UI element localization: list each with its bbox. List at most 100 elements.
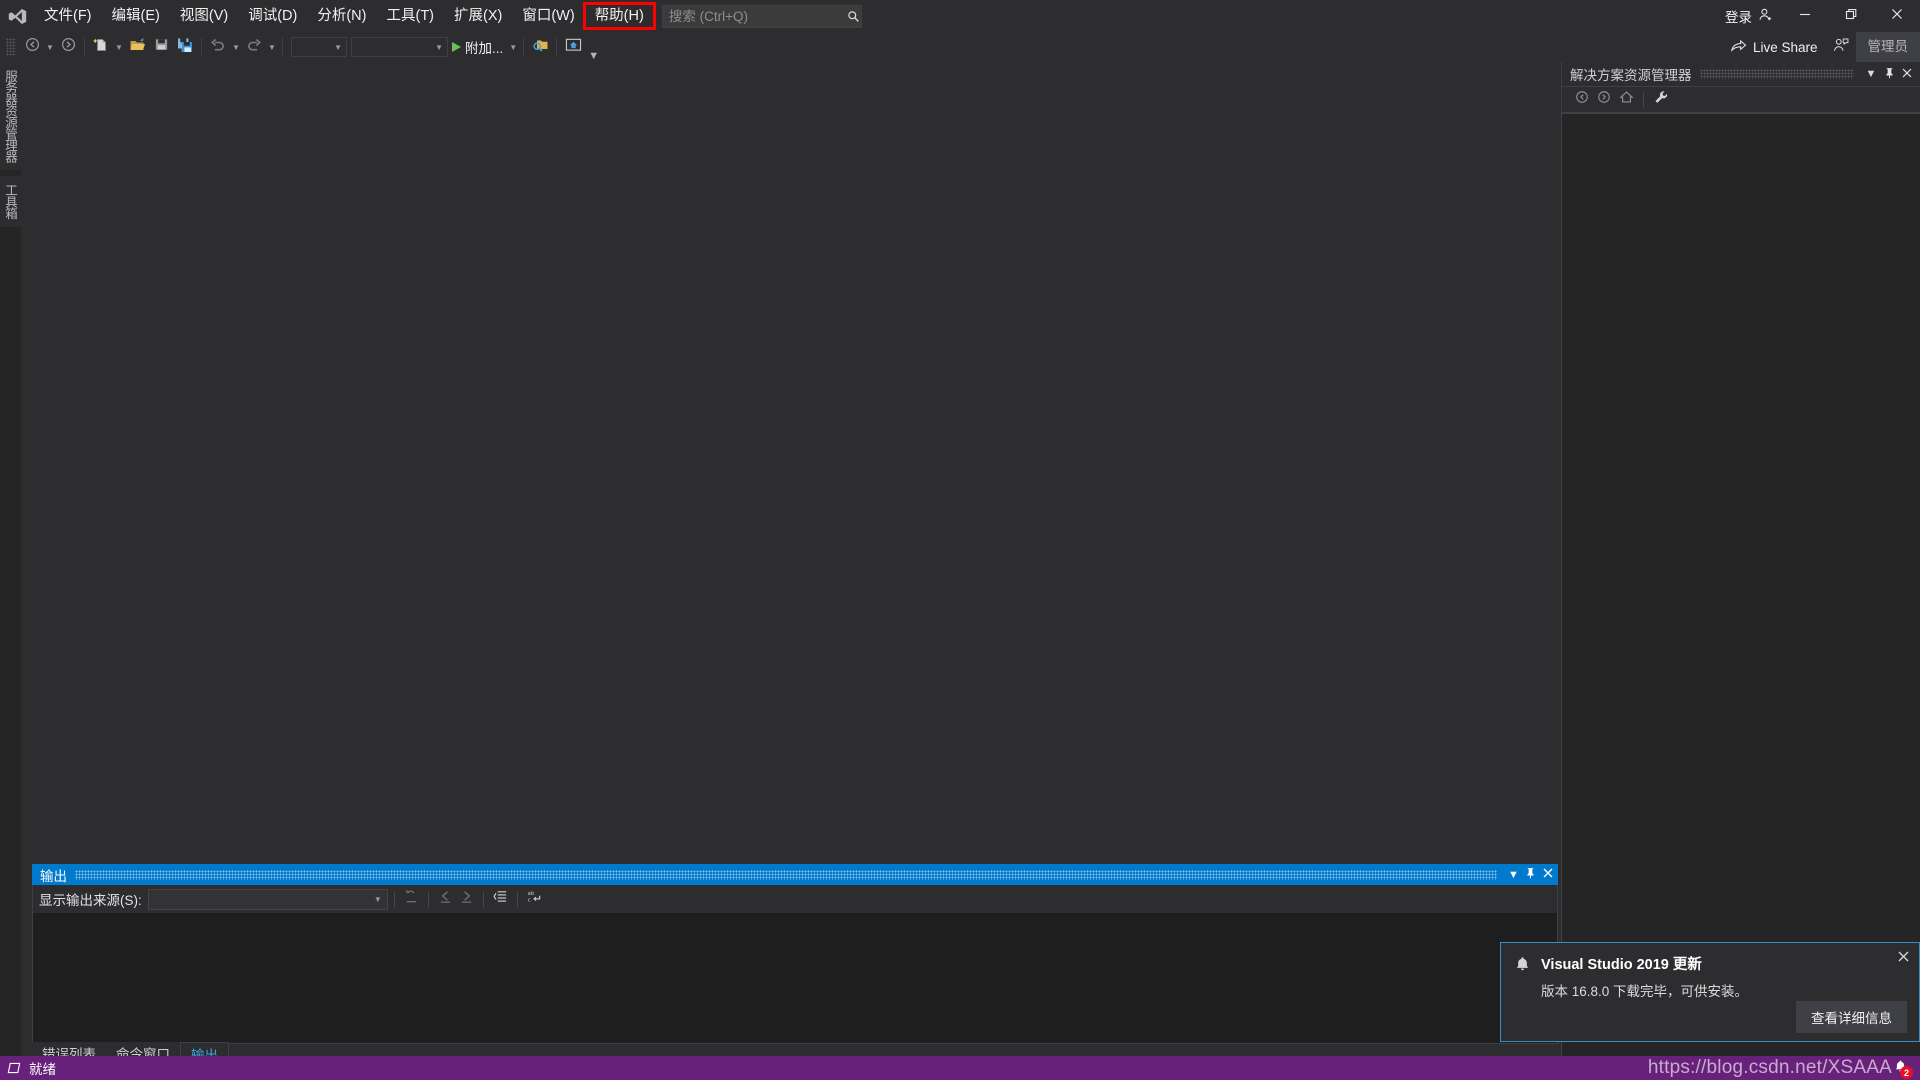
se-properties-button[interactable] bbox=[1651, 90, 1671, 110]
status-text: 就绪 bbox=[29, 1062, 56, 1077]
home-screenshot-icon bbox=[565, 37, 582, 57]
title-bar: 文件(F) 编辑(E) 视图(V) 调试(D) 分析(N) 工具(T) 扩展(X… bbox=[0, 0, 1920, 32]
menu-edit[interactable]: 编辑(E) bbox=[102, 0, 170, 32]
redo-icon bbox=[246, 37, 262, 58]
find-in-files-button[interactable] bbox=[528, 35, 552, 59]
save-icon bbox=[154, 37, 169, 57]
status-bar: 就绪 https://blog.csdn.net/XSAAA 2 bbox=[0, 1056, 1920, 1080]
notification-count-badge: 2 bbox=[1900, 1066, 1913, 1079]
admin-indicator: 管理员 bbox=[1855, 32, 1920, 62]
notifications-button[interactable]: 2 bbox=[1886, 1056, 1914, 1080]
menu-tools[interactable]: 工具(T) bbox=[376, 0, 444, 32]
update-notification-toast: Visual Studio 2019 更新 版本 16.8.0 下载完毕，可供安… bbox=[1500, 942, 1920, 1042]
menu-analyze[interactable]: 分析(N) bbox=[307, 0, 376, 32]
output-drag-grip[interactable] bbox=[75, 869, 1497, 880]
output-dropdown-button[interactable]: ▼ bbox=[1505, 865, 1522, 884]
sign-in-button[interactable]: 登录 bbox=[1717, 0, 1782, 32]
solution-explorer-title: 解决方案资源管理器 bbox=[1570, 68, 1692, 83]
solution-explorer-toolbar bbox=[1562, 87, 1920, 113]
undo-icon bbox=[210, 37, 226, 58]
output-previous-button[interactable] bbox=[435, 889, 456, 910]
attach-button[interactable]: 附加... bbox=[448, 35, 507, 59]
navigate-back-button[interactable] bbox=[20, 35, 44, 59]
output-pin-button[interactable] bbox=[1522, 865, 1539, 884]
maximize-button[interactable] bbox=[1828, 0, 1874, 32]
attach-dropdown[interactable]: ▼ bbox=[507, 35, 519, 59]
pin-icon bbox=[1525, 867, 1536, 882]
vtab-toolbox[interactable]: 工具箱 bbox=[0, 176, 21, 227]
output-clear-all-button[interactable] bbox=[401, 889, 422, 910]
clear-all-icon bbox=[404, 889, 419, 909]
se-close-button[interactable] bbox=[1898, 64, 1916, 84]
se-pin-button[interactable] bbox=[1880, 64, 1898, 84]
minimize-button[interactable] bbox=[1782, 0, 1828, 32]
output-toolbar: 显示输出来源(S): ▼ ab c bbox=[32, 885, 1558, 913]
solution-explorer-content[interactable] bbox=[1562, 113, 1920, 1056]
visual-studio-logo-icon bbox=[0, 0, 34, 32]
close-button[interactable] bbox=[1874, 0, 1920, 32]
output-toggle-wrap-button[interactable]: ab c bbox=[524, 889, 545, 910]
watermark-url: https://blog.csdn.net/XSAAA bbox=[1647, 1057, 1892, 1078]
new-file-icon bbox=[93, 37, 109, 58]
se-back-button[interactable] bbox=[1572, 90, 1592, 110]
output-wordwrap-button[interactable] bbox=[490, 889, 511, 910]
pin-icon bbox=[1884, 67, 1895, 82]
notification-title: Visual Studio 2019 更新 bbox=[1541, 957, 1702, 973]
standard-toolbar: ▼ ▼ ▼ ▼ ▼ ▼ 附加... ▼ ▼ Live Share 管理员 bbox=[0, 32, 1920, 62]
toolbar-overflow-button[interactable]: ▼ bbox=[585, 50, 602, 62]
solution-configuration-combo[interactable]: ▼ bbox=[291, 37, 347, 57]
home-screenshot-button[interactable] bbox=[561, 35, 585, 59]
output-source-combo[interactable]: ▼ bbox=[147, 888, 388, 910]
undo-dropdown[interactable]: ▼ bbox=[230, 35, 242, 59]
bell-icon bbox=[1513, 953, 1541, 979]
status-bar-right: 2 bbox=[1886, 1056, 1920, 1080]
solution-platform-combo[interactable]: ▼ bbox=[351, 37, 448, 57]
output-content[interactable] bbox=[32, 913, 1558, 1044]
toolbar-separator bbox=[282, 38, 283, 56]
se-forward-button[interactable] bbox=[1594, 90, 1614, 110]
save-button[interactable] bbox=[149, 35, 173, 59]
se-dropdown-button[interactable]: ▼ bbox=[1862, 64, 1880, 84]
home-icon bbox=[1618, 90, 1634, 109]
panel-drag-grip[interactable] bbox=[1699, 69, 1854, 79]
notification-texts: Visual Studio 2019 更新 版本 16.8.0 下载完毕，可供安… bbox=[1541, 953, 1907, 1000]
redo-button[interactable] bbox=[242, 35, 266, 59]
play-icon bbox=[452, 42, 461, 52]
menu-help[interactable]: 帮助(H) bbox=[582, 0, 656, 32]
svg-text:ab: ab bbox=[527, 891, 534, 897]
menu-debug[interactable]: 调试(D) bbox=[238, 0, 307, 32]
close-icon bbox=[1891, 7, 1903, 25]
output-close-button[interactable] bbox=[1539, 865, 1556, 884]
live-share-button[interactable]: Live Share bbox=[1722, 34, 1826, 60]
toolbar-grip[interactable] bbox=[6, 38, 16, 56]
menu-extensions[interactable]: 扩展(X) bbox=[444, 0, 512, 32]
se-home-button[interactable] bbox=[1616, 90, 1636, 110]
open-file-button[interactable] bbox=[125, 35, 149, 59]
search-box[interactable] bbox=[661, 4, 862, 28]
live-share-label: Live Share bbox=[1752, 39, 1818, 55]
menu-file[interactable]: 文件(F) bbox=[34, 0, 102, 32]
editor-empty-area bbox=[21, 62, 1561, 867]
undo-button[interactable] bbox=[206, 35, 230, 59]
vtab-server-explorer[interactable]: 服务器资源管理器 bbox=[0, 62, 21, 170]
navigate-back-dropdown[interactable]: ▼ bbox=[44, 35, 56, 59]
go-to-next-icon bbox=[459, 889, 474, 909]
notification-body: Visual Studio 2019 更新 版本 16.8.0 下载完毕，可供安… bbox=[1513, 953, 1907, 1000]
save-all-button[interactable] bbox=[173, 35, 197, 59]
close-icon bbox=[1543, 868, 1553, 881]
output-next-button[interactable] bbox=[456, 889, 477, 910]
close-icon bbox=[1898, 950, 1909, 965]
new-file-dropdown[interactable]: ▼ bbox=[113, 35, 125, 59]
redo-dropdown[interactable]: ▼ bbox=[266, 35, 278, 59]
menu-view[interactable]: 视图(V) bbox=[170, 0, 238, 32]
search-input[interactable] bbox=[662, 8, 846, 24]
new-file-button[interactable] bbox=[89, 35, 113, 59]
notification-close-button[interactable] bbox=[1894, 948, 1912, 966]
view-details-button[interactable]: 查看详细信息 bbox=[1796, 1001, 1907, 1033]
notification-actions: 查看详细信息 bbox=[1513, 1001, 1907, 1033]
left-tool-rail: 服务器资源管理器 工具箱 bbox=[0, 62, 21, 1056]
send-feedback-button[interactable] bbox=[1826, 34, 1856, 60]
toolbar-separator bbox=[516, 890, 518, 908]
navigate-forward-button[interactable] bbox=[56, 35, 80, 59]
menu-window[interactable]: 窗口(W) bbox=[512, 0, 584, 32]
